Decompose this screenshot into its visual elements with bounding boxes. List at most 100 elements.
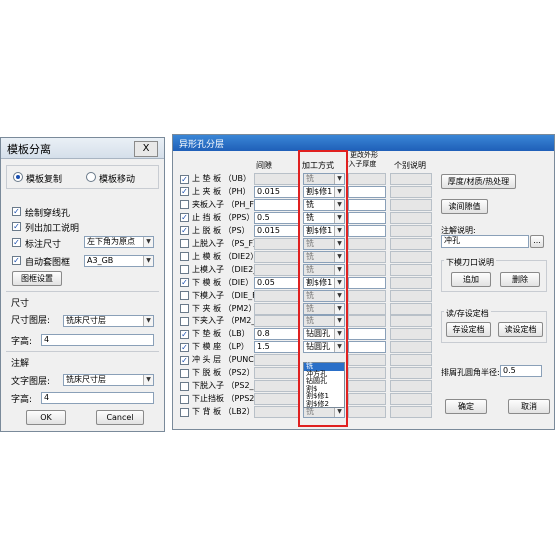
thickness-input[interactable]: [348, 224, 386, 237]
thickness-input[interactable]: [348, 341, 386, 354]
thickness-input[interactable]: [348, 315, 386, 328]
thickness-input[interactable]: [348, 211, 386, 224]
gap-input[interactable]: [254, 263, 300, 276]
close-button[interactable]: X: [134, 141, 158, 157]
thickness-material-button[interactable]: 厚度/材质/热处理: [441, 174, 516, 189]
row-checkbox[interactable]: [180, 316, 189, 326]
frame-size-select[interactable]: A3_GB ▼: [84, 255, 154, 267]
ok-button[interactable]: OK: [26, 410, 66, 425]
list-note-checkbox[interactable]: ✓: [12, 222, 21, 231]
move-radio[interactable]: [86, 172, 96, 182]
save-settings-button[interactable]: 存设定档: [446, 322, 491, 337]
draw-hole-checkbox[interactable]: ✓: [12, 207, 21, 216]
row-checkbox[interactable]: [180, 200, 189, 210]
radius-input[interactable]: 0.5: [500, 365, 542, 377]
note-input[interactable]: [390, 406, 432, 419]
row-checkbox[interactable]: ✓: [180, 187, 189, 197]
note-input[interactable]: [390, 224, 432, 237]
thickness-input[interactable]: [348, 276, 386, 289]
row-checkbox[interactable]: [180, 239, 189, 249]
cancel-button[interactable]: 取消: [508, 399, 550, 414]
note-input[interactable]: [390, 393, 432, 406]
note-input[interactable]: [390, 341, 432, 354]
row-checkbox[interactable]: ✓: [180, 355, 189, 365]
row-checkbox[interactable]: [180, 291, 189, 301]
note-input[interactable]: [390, 263, 432, 276]
origin-select[interactable]: 左下角为原点 ▼: [84, 236, 154, 248]
row-checkbox[interactable]: ✓: [180, 213, 189, 223]
note-input[interactable]: [390, 315, 432, 328]
gap-input[interactable]: 1.5: [254, 341, 300, 354]
gap-input[interactable]: [254, 302, 300, 315]
gap-input[interactable]: [254, 250, 300, 263]
note-input[interactable]: [390, 211, 432, 224]
note-input[interactable]: [390, 367, 432, 380]
gap-input[interactable]: [254, 380, 300, 393]
size-layer-select[interactable]: 铣床尺寸层 ▼: [63, 315, 154, 327]
thickness-input[interactable]: [348, 393, 386, 406]
thickness-input[interactable]: [348, 354, 386, 367]
row-checkbox[interactable]: [180, 252, 189, 262]
gap-input[interactable]: 0.015: [254, 224, 300, 237]
auto-frame-checkbox[interactable]: ✓: [12, 256, 21, 265]
dimension-checkbox[interactable]: ✓: [12, 238, 21, 247]
note-input[interactable]: [390, 354, 432, 367]
note-input[interactable]: [390, 380, 432, 393]
thickness-input[interactable]: [348, 198, 386, 211]
read-settings-button[interactable]: 读设定档: [498, 322, 543, 337]
size-height-input[interactable]: 4: [41, 334, 154, 346]
thickness-input[interactable]: [348, 289, 386, 302]
copy-radio[interactable]: [13, 172, 23, 182]
gap-input[interactable]: [254, 198, 300, 211]
gap-input[interactable]: [254, 315, 300, 328]
gap-input[interactable]: [254, 406, 300, 419]
gap-input[interactable]: [254, 393, 300, 406]
thickness-input[interactable]: [348, 406, 386, 419]
gap-input[interactable]: [254, 173, 300, 185]
thickness-input[interactable]: [348, 263, 386, 276]
note-layer-select[interactable]: 铣床尺寸层 ▼: [63, 374, 154, 386]
note-input[interactable]: [390, 328, 432, 341]
note-input[interactable]: [390, 302, 432, 315]
row-checkbox[interactable]: [180, 304, 189, 313]
row-checkbox[interactable]: [180, 368, 189, 378]
row-checkbox[interactable]: ✓: [180, 278, 189, 288]
row-checkbox[interactable]: ✓: [180, 226, 189, 236]
row-checkbox[interactable]: [180, 394, 189, 404]
note-input[interactable]: [390, 237, 432, 250]
note-input[interactable]: [390, 250, 432, 263]
thickness-input[interactable]: [348, 367, 386, 380]
note-input[interactable]: [390, 289, 432, 302]
gap-input[interactable]: 0.8: [254, 328, 300, 341]
row-checkbox[interactable]: ✓: [180, 342, 189, 352]
gap-input[interactable]: 0.05: [254, 276, 300, 289]
thickness-input[interactable]: [348, 173, 386, 185]
gap-input[interactable]: [254, 237, 300, 250]
gap-input[interactable]: [254, 367, 300, 380]
confirm-button[interactable]: 确定: [445, 399, 487, 414]
thickness-input[interactable]: [348, 237, 386, 250]
note-input[interactable]: [390, 276, 432, 289]
add-button[interactable]: 追加: [451, 272, 491, 287]
gap-input[interactable]: [254, 289, 300, 302]
row-checkbox[interactable]: [180, 381, 189, 391]
row-checkbox[interactable]: [180, 407, 189, 417]
note-browse-button[interactable]: ...: [530, 235, 544, 248]
row-checkbox[interactable]: ✓: [180, 329, 189, 339]
row-checkbox[interactable]: ✓: [180, 174, 189, 184]
cancel-button[interactable]: Cancel: [96, 410, 144, 425]
thickness-input[interactable]: [348, 302, 386, 315]
delete-button[interactable]: 删除: [500, 272, 540, 287]
thickness-input[interactable]: [348, 328, 386, 341]
gap-input[interactable]: 0.5: [254, 211, 300, 224]
gap-input[interactable]: [254, 354, 300, 367]
note-height-input[interactable]: 4: [41, 392, 154, 404]
note-input[interactable]: 冲孔: [441, 235, 529, 248]
read-gap-button[interactable]: 读间隙值: [441, 199, 488, 214]
note-input[interactable]: [390, 185, 432, 198]
thickness-input[interactable]: [348, 250, 386, 263]
thickness-input[interactable]: [348, 380, 386, 393]
thickness-input[interactable]: [348, 185, 386, 198]
note-input[interactable]: [390, 173, 432, 185]
note-input[interactable]: [390, 198, 432, 211]
